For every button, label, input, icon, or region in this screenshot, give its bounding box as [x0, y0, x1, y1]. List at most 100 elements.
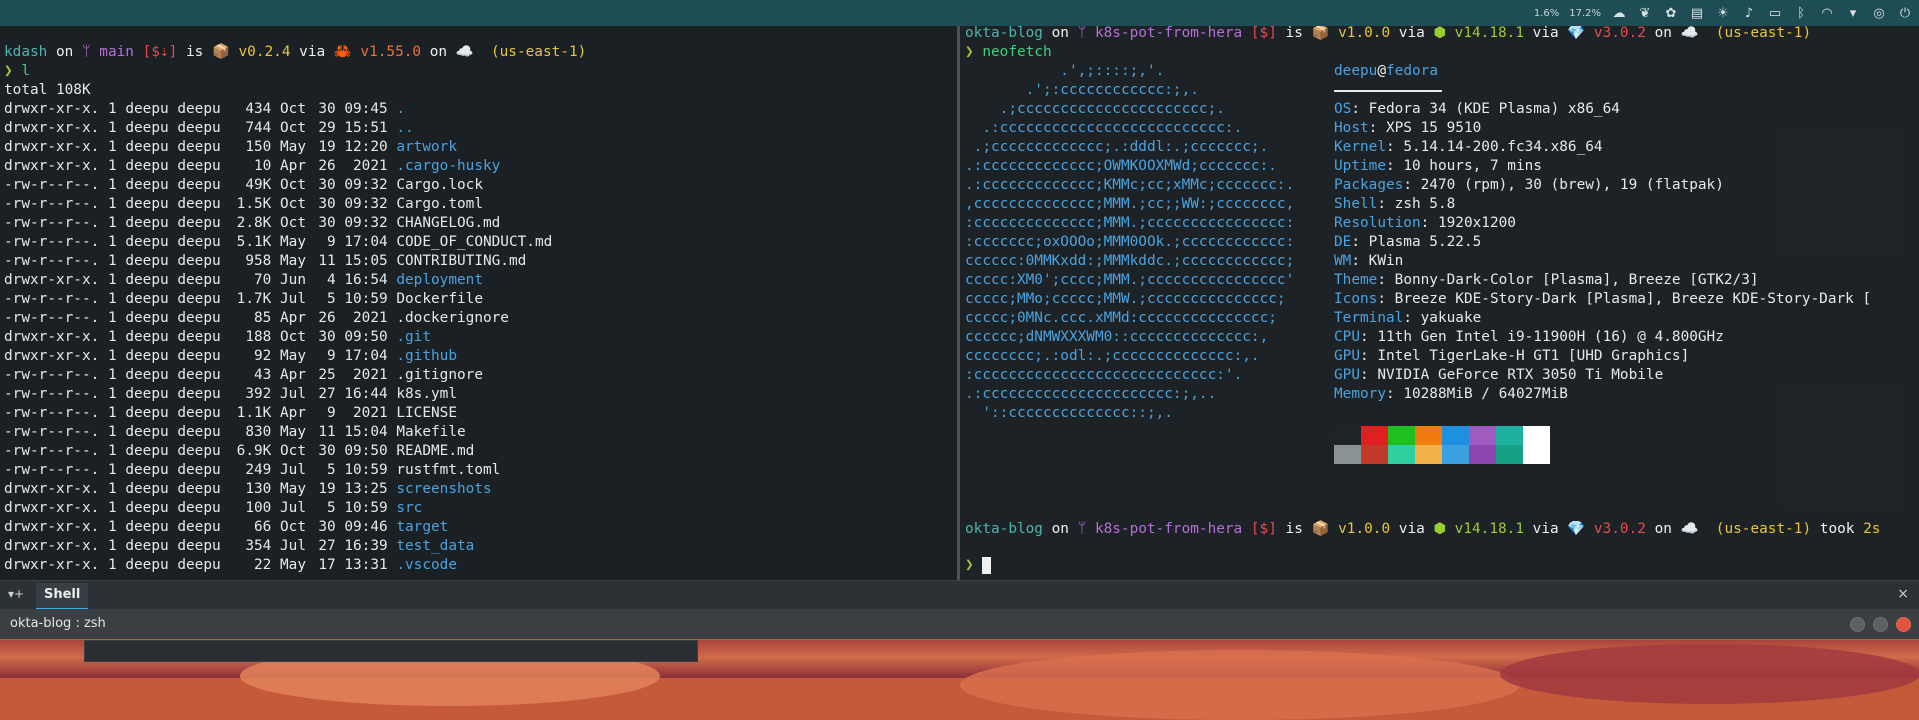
ls-name: .gitignore — [396, 367, 483, 383]
info-row: GPU: Intel TigerLake-H GT1 [UHD Graphics… — [1334, 348, 1690, 364]
ls-group: deepu — [177, 519, 221, 535]
input-line[interactable]: ❯ — [965, 556, 992, 575]
ls-month: Jul — [280, 500, 306, 516]
prompt-text: is — [1276, 26, 1312, 41]
terminal-pane-left[interactable]: kdash on ᛘ main [$⇣] is 📦 v0.2.4 via 🦀 v… — [0, 26, 957, 580]
ls-name: Cargo.toml — [396, 196, 483, 212]
ls-time: 13:31 — [344, 557, 388, 573]
ls-group: deepu — [177, 500, 221, 516]
info-row: DE: Plasma 5.22.5 — [1334, 234, 1482, 250]
ls-group: deepu — [177, 139, 221, 155]
ls-group: deepu — [177, 557, 221, 573]
ls-day: 27 — [318, 386, 336, 402]
color-swatch — [1469, 445, 1496, 464]
app-icon[interactable]: ✿ — [1663, 5, 1679, 21]
ls-month: Oct — [280, 177, 306, 193]
system-tray: 1.6% 17.2% ☁ ❦ ✿ ▤ ☀ ♪ ▭ ᛒ ◠ ▾ ◎ ⏻ — [1534, 0, 1913, 26]
brightness-icon[interactable]: ☀ — [1715, 5, 1731, 21]
volume-icon[interactable]: ♪ — [1741, 5, 1757, 21]
logo-line: cccccc;dNMWXXXWM0::cccccccccccccc:, — [965, 329, 1269, 345]
ls-day: 30 — [318, 196, 336, 212]
ls-time: 2021 — [344, 310, 388, 326]
tab-bar: ▾+ Shell × — [0, 580, 1919, 610]
command-text: neofetch — [982, 44, 1052, 60]
ls-row: -rw-r--r--. 1 deepu deepu 5.1K May 9 17:… — [4, 233, 552, 252]
ls-user: deepu — [125, 557, 169, 573]
ls-time: 10:59 — [344, 291, 388, 307]
logo-line: .',;::::;,'. — [965, 63, 1165, 79]
prompt-text: is — [1276, 521, 1312, 537]
color-swatch — [1334, 445, 1361, 464]
terminal-pane-right[interactable]: okta-blog on ᛘ k8s-pot-from-hera [$] is … — [960, 26, 1919, 580]
info-value: NVIDIA GeForce RTX 3050 Ti Mobile — [1377, 367, 1664, 383]
color-swatch — [1334, 426, 1361, 445]
ls-row: -rw-r--r--. 1 deepu deepu 249 Jul 5 10:5… — [4, 461, 500, 480]
ls-links: 1 — [107, 405, 117, 421]
user-icon[interactable]: ◎ — [1871, 5, 1887, 21]
ls-time: 15:05 — [344, 253, 388, 269]
ls-size: 22 — [254, 557, 272, 573]
info-key: GPU — [1334, 367, 1360, 383]
ls-time: 09:50 — [344, 443, 388, 459]
ls-day: 29 — [318, 120, 336, 136]
info-value: 1920x1200 — [1437, 215, 1516, 231]
ls-row: -rw-r--r--. 1 deepu deepu 85 Apr 26 2021… — [4, 309, 509, 328]
ls-group: deepu — [177, 367, 221, 383]
ls-row: -rw-r--r--. 1 deepu deepu 1.7K Jul 5 10:… — [4, 290, 483, 309]
ls-row: -rw-r--r--. 1 deepu deepu 392 Jul 27 16:… — [4, 385, 457, 404]
ls-time: 2021 — [344, 405, 388, 421]
ls-group: deepu — [177, 272, 221, 288]
prompt-git-status: [$⇣] — [133, 44, 178, 60]
prompt-text: on — [47, 44, 82, 60]
ls-size: 92 — [254, 348, 272, 364]
expand-icon[interactable]: ▾ — [1845, 5, 1861, 21]
tab-shell[interactable]: Shell — [36, 583, 89, 610]
wifi-icon[interactable]: ◠ — [1819, 5, 1835, 21]
settings-button[interactable] — [1850, 617, 1865, 632]
ls-row: drwxr-xr-x. 1 deepu deepu 92 May 9 17:04… — [4, 347, 457, 366]
neofetch-host: fedora — [1386, 63, 1438, 79]
prompt-git-status: [$] — [1242, 521, 1277, 537]
ls-time: 13:25 — [344, 481, 388, 497]
prompt-arrow-icon: ❯ — [965, 557, 974, 573]
close-window-button[interactable] — [1896, 617, 1911, 632]
ls-time: 10:59 — [344, 462, 388, 478]
ls-user: deepu — [125, 481, 169, 497]
new-tab-button[interactable]: ▾+ — [8, 587, 24, 601]
bluetooth-icon[interactable]: ᛒ — [1793, 5, 1809, 21]
power-icon[interactable]: ⏻ — [1897, 5, 1913, 21]
info-value: Intel TigerLake-H GT1 [UHD Graphics] — [1377, 348, 1690, 364]
close-tab-icon[interactable]: × — [1897, 586, 1909, 602]
ls-size: 10 — [254, 158, 272, 174]
clipboard-icon[interactable]: ▤ — [1689, 5, 1705, 21]
ls-links: 1 — [107, 443, 117, 459]
ls-links: 1 — [107, 310, 117, 326]
ls-day: 30 — [318, 443, 336, 459]
battery-icon[interactable]: ▭ — [1767, 5, 1783, 21]
yakuake-terminal[interactable]: kdash on ᛘ main [$⇣] is 📦 v0.2.4 via 🦀 v… — [0, 26, 1919, 580]
prompt-text: on — [1042, 521, 1078, 537]
info-value: 11th Gen Intel i9-11900H (16) @ 4.800GHz — [1377, 329, 1724, 345]
info-row: Resolution: 1920x1200 — [1334, 215, 1516, 231]
ls-links: 1 — [107, 538, 117, 554]
ls-size: 1.5K — [236, 196, 272, 212]
logo-line: .:cccccccccccccccccccccccccc:. — [965, 120, 1243, 136]
prompt-text: on — [421, 44, 456, 60]
color-swatch — [1496, 426, 1523, 445]
cpu-usage-1: 1.6% — [1533, 7, 1560, 19]
ls-links: 1 — [107, 177, 117, 193]
ls-row: -rw-r--r--. 1 deepu deepu 43 Apr 25 2021… — [4, 366, 483, 385]
ls-month: May — [280, 253, 306, 269]
ls-day: 5 — [327, 291, 336, 307]
leaf-icon[interactable]: ❦ — [1637, 5, 1653, 21]
ls-links: 1 — [107, 367, 117, 383]
ls-links: 1 — [107, 101, 117, 117]
weather-icon[interactable]: ☁ — [1611, 5, 1627, 21]
color-swatch — [1469, 426, 1496, 445]
minimize-button[interactable] — [1873, 617, 1888, 632]
ls-links: 1 — [107, 272, 117, 288]
ls-links: 1 — [107, 291, 117, 307]
ls-time: 15:51 — [344, 120, 388, 136]
ls-size: 5.1K — [236, 234, 272, 250]
info-row: Uptime: 10 hours, 7 mins — [1334, 158, 1542, 174]
